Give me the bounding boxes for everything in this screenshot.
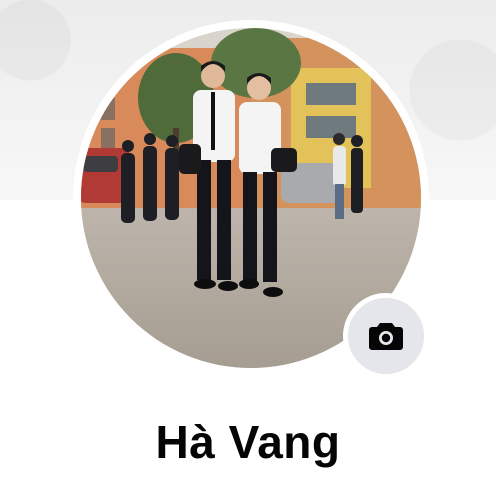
profile-header: Hà Vang <box>0 0 496 496</box>
camera-icon <box>369 323 403 350</box>
change-profile-picture-button[interactable] <box>343 293 429 379</box>
profile-name: Hà Vang <box>155 416 341 468</box>
